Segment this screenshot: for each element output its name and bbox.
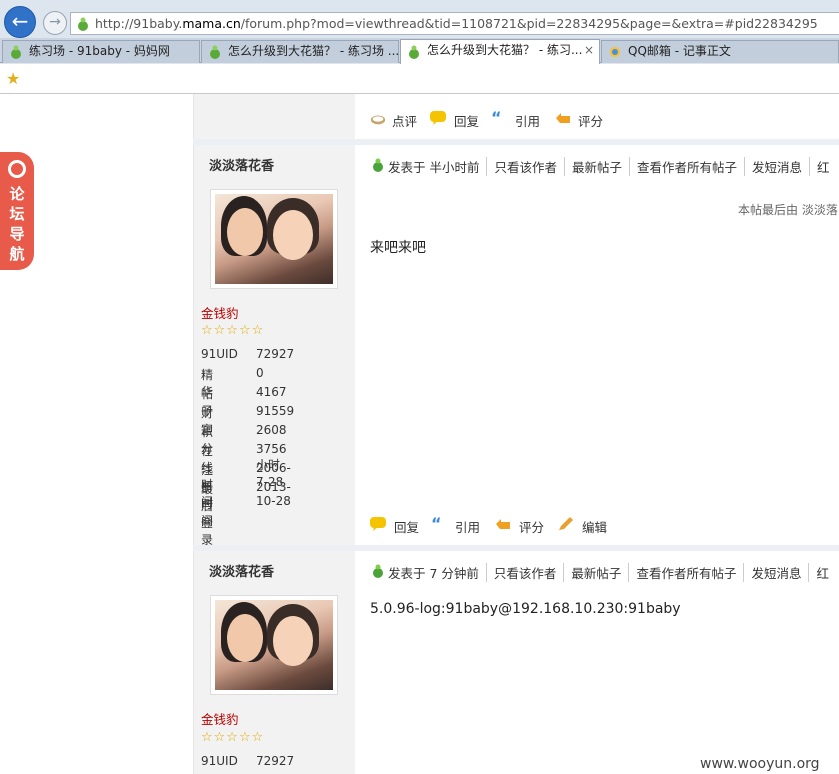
quote-label: 引用 [455, 520, 481, 535]
user-rank: 金钱豹 [201, 306, 239, 321]
tab-strip: 练习场 - 91baby - 妈妈网 怎么升级到大花猫？ - 练习场 ... 怎… [0, 38, 839, 64]
post-time-text: 发表于 7 分钟前 [388, 566, 479, 581]
rate-icon [556, 113, 570, 123]
stat-value: 2608 [256, 423, 287, 437]
previous-post-actions: 点评 回复 “ 引用 评分 [370, 108, 630, 130]
post-separator [193, 545, 839, 551]
comment-label: 点评 [392, 114, 418, 129]
more-link[interactable]: 红 [808, 563, 836, 582]
stat-value: 91559 [256, 404, 295, 418]
site-favicon-icon [409, 45, 419, 59]
post-author-name[interactable]: 淡淡落花香 [209, 561, 274, 580]
forum-navigation-tab[interactable]: 论坛导航 [0, 152, 34, 270]
latest-posts-link[interactable]: 最新帖子 [564, 157, 629, 176]
avatar-image [215, 600, 333, 690]
tab-label: 怎么升级到大花猫？ - 练习场 ... [228, 44, 399, 58]
tab-practice-field[interactable]: 练习场 - 91baby - 妈妈网 [2, 40, 200, 63]
reply-label: 回复 [454, 114, 480, 129]
address-bar[interactable]: http://91baby.mama.cn/forum.php?mod=view… [70, 12, 839, 35]
swirl-icon [8, 160, 26, 178]
only-this-author-link[interactable]: 只看该作者 [485, 563, 564, 582]
send-message-link[interactable]: 发短消息 [743, 563, 808, 582]
close-tab-icon[interactable]: × [584, 40, 594, 61]
send-message-link[interactable]: 发短消息 [744, 157, 809, 176]
navigation-bar: ← → http://91baby.mama.cn/forum.php?mod=… [0, 0, 839, 38]
post-time-text: 发表于 半小时前 [388, 160, 480, 175]
tab-upgrade-thread[interactable]: 怎么升级到大花猫？ - 练习场 ... [201, 40, 399, 63]
reply-button[interactable]: 回复 [430, 111, 479, 130]
comment-button[interactable]: 点评 [370, 111, 417, 130]
tab-label: 怎么升级到大花猫？ - 练习... [427, 43, 583, 57]
all-author-posts-link[interactable]: 查看作者所有帖子 [629, 157, 744, 176]
stat-value: 72927 [256, 754, 295, 768]
rate-button[interactable]: 评分 [555, 111, 603, 130]
tab-qq-mail[interactable]: QQ邮箱 - 记事正文 [601, 40, 839, 63]
online-status-icon [373, 158, 383, 172]
all-author-posts-link[interactable]: 查看作者所有帖子 [628, 563, 743, 582]
post-author-name[interactable]: 淡淡落花香 [209, 155, 274, 174]
favorites-bar: ★ [0, 64, 839, 94]
qq-mail-favicon-icon [609, 46, 621, 58]
post-content: 5.0.96-log:91baby@192.168.10.230:91baby [370, 601, 681, 617]
rate-label: 评分 [519, 520, 545, 535]
tab-label: QQ邮箱 - 记事正文 [628, 44, 731, 58]
add-favorite-icon[interactable]: ★ [6, 69, 20, 88]
stat-value: 72927 [256, 347, 295, 361]
stat-key: 91UID [201, 347, 238, 361]
reply-button[interactable]: 回复 [370, 517, 419, 536]
url-domain: mama.cn [182, 16, 241, 31]
browser-chrome: ← → http://91baby.mama.cn/forum.php?mod=… [0, 0, 839, 94]
post-separator [193, 139, 839, 145]
post-header: 发表于 7 分钟前 只看该作者 最新帖子 查看作者所有帖子 发短消息红 [370, 563, 836, 582]
avatar[interactable] [210, 189, 338, 289]
site-favicon-icon [11, 45, 21, 59]
more-link[interactable]: 红 [809, 157, 837, 176]
watermark: www.wooyun.org [700, 756, 820, 772]
post-actions: 回复 “ 引用 评分 编辑 [370, 514, 630, 536]
tab-label: 练习场 - 91baby - 妈妈网 [29, 44, 170, 58]
page-content: 点评 回复 “ 引用 评分 淡淡落花香 金钱豹 ☆☆☆☆☆ 91UID 72927… [0, 94, 839, 774]
rate-button[interactable]: 评分 [495, 517, 544, 536]
only-this-author-link[interactable]: 只看该作者 [486, 157, 564, 176]
url-prefix: http://91baby. [95, 16, 183, 31]
latest-posts-link[interactable]: 最新帖子 [563, 563, 628, 582]
stat-value: 0 [256, 366, 264, 380]
last-edited-note: 本帖最后由 淡淡落 [738, 203, 838, 217]
avatar[interactable] [210, 595, 338, 695]
post-content: 来吧来吧 [370, 240, 426, 256]
stat-key: 91UID [201, 754, 238, 768]
comment-icon [370, 115, 386, 125]
reply-label: 回复 [394, 520, 420, 535]
forward-button[interactable]: → [43, 11, 67, 35]
site-favicon-icon [210, 45, 220, 59]
quote-button[interactable]: “ 引用 [491, 108, 541, 130]
post-time: 发表于 半小时前 [370, 157, 486, 176]
quote-label: 引用 [515, 114, 541, 129]
forum-navigation-label: 论坛导航 [9, 185, 25, 263]
quote-icon: “ [431, 514, 442, 533]
edit-pencil-icon [559, 517, 573, 530]
user-rank: 金钱豹 [201, 712, 239, 727]
post-header: 发表于 半小时前 只看该作者 最新帖子 查看作者所有帖子 发短消息红 [370, 157, 837, 176]
rank-stars: ☆☆☆☆☆ [201, 323, 265, 338]
reply-icon [430, 111, 446, 125]
stat-value: 2013-10-28 [256, 480, 291, 508]
quote-icon: “ [491, 108, 502, 127]
online-status-icon [373, 564, 383, 578]
quote-button[interactable]: “ 引用 [431, 514, 481, 536]
site-favicon-icon [78, 17, 88, 31]
avatar-image [215, 194, 333, 284]
tab-upgrade-thread-active[interactable]: 怎么升级到大花猫？ - 练习... × [400, 39, 600, 64]
stat-key: 最后登录 [201, 482, 214, 547]
rate-label: 评分 [578, 114, 604, 129]
edit-button[interactable]: 编辑 [558, 517, 607, 536]
reply-icon [370, 517, 386, 531]
back-button[interactable]: ← [4, 6, 36, 38]
stat-value[interactable]: 4167 [256, 385, 287, 399]
rate-icon [496, 519, 510, 529]
post-time: 发表于 7 分钟前 [370, 563, 486, 582]
edit-label: 编辑 [582, 520, 608, 535]
url-path: /forum.php?mod=viewthread&tid=1108721&pi… [240, 16, 818, 31]
rank-stars: ☆☆☆☆☆ [201, 730, 265, 745]
